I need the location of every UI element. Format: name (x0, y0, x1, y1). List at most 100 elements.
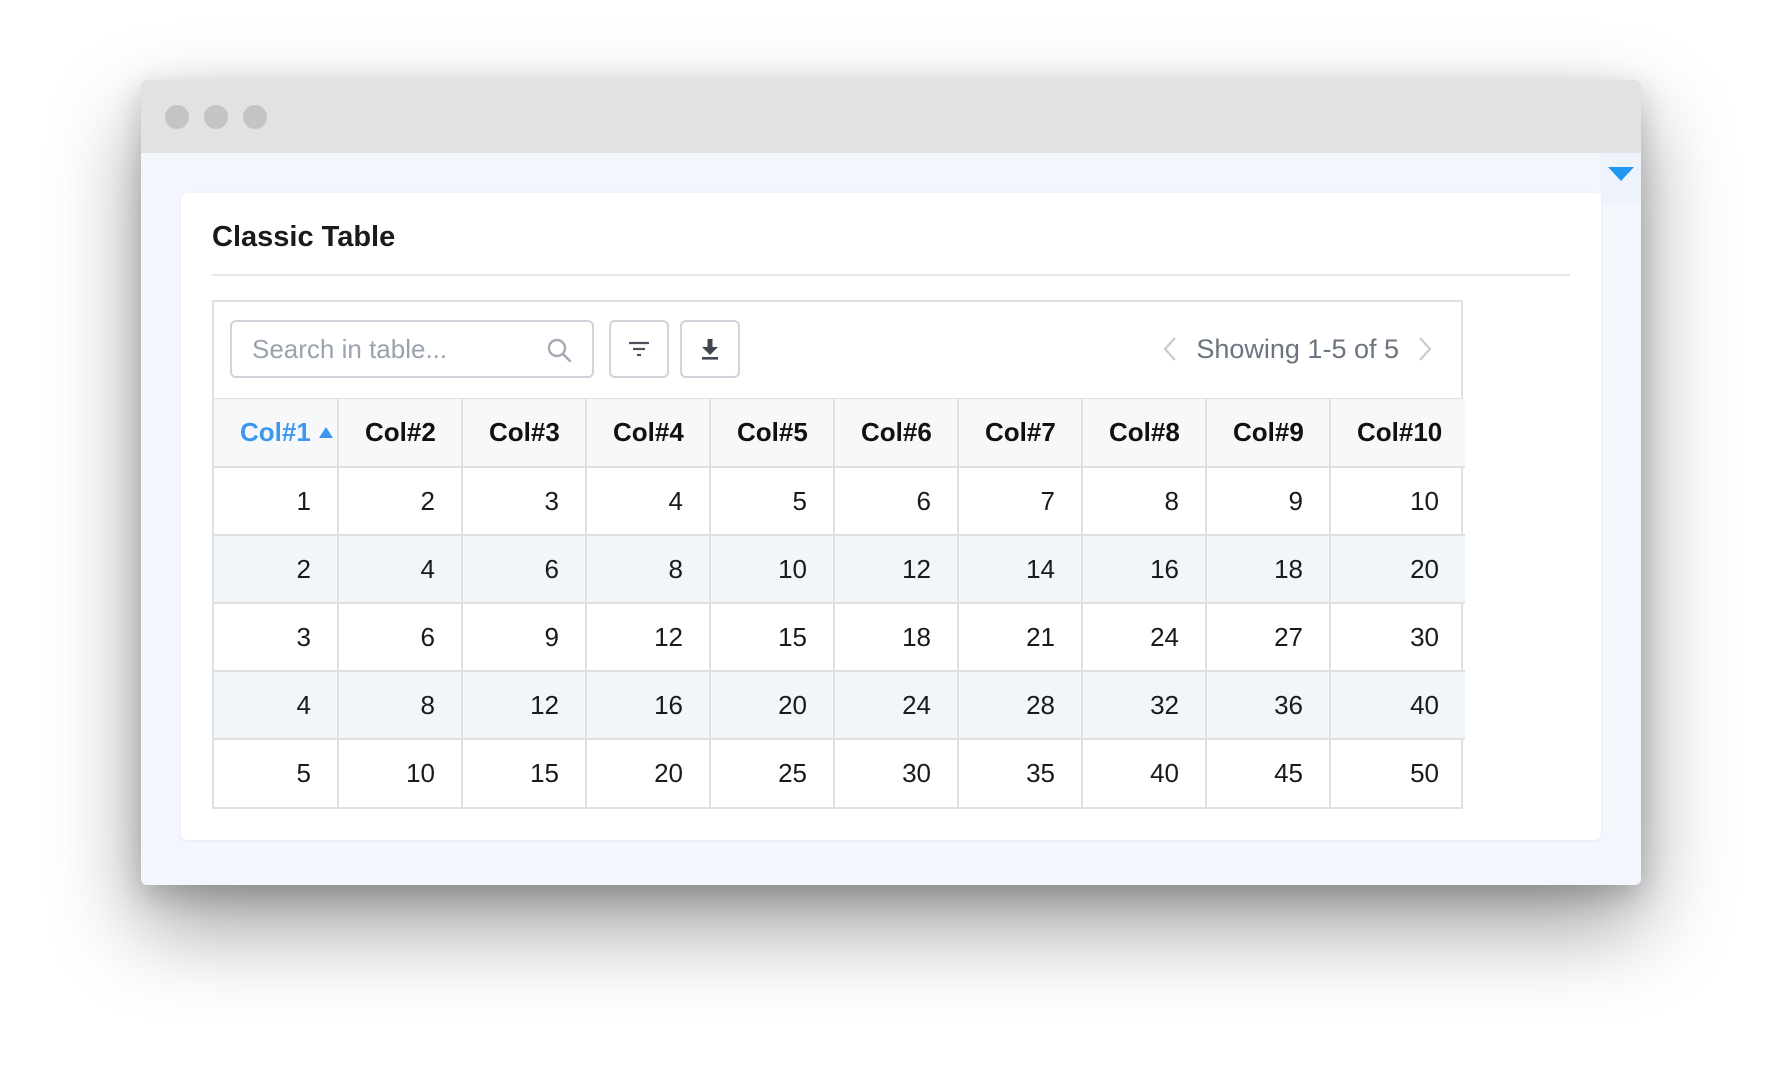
pagination: Showing 1-5 of 5 (1158, 320, 1437, 378)
table-toolbar: Showing 1-5 of 5 (214, 302, 1461, 399)
column-header-1[interactable]: Col#1 (214, 399, 339, 468)
download-button[interactable] (680, 320, 740, 378)
table-cell: 4 (214, 670, 339, 740)
filter-icon (629, 341, 649, 357)
column-header-label: Col#6 (861, 417, 932, 447)
table-cell: 3 (214, 602, 339, 672)
table-card: Classic Table Search in table... Showing… (181, 193, 1601, 840)
column-header-label: Col#7 (985, 417, 1056, 447)
window-titlebar (141, 80, 1641, 153)
column-header-10[interactable]: Col#10 (1329, 399, 1465, 468)
table-cell: 40 (1081, 738, 1207, 807)
table-row: 4 8 12 16 20 24 28 32 36 40 (214, 670, 1465, 740)
table-cell: 2 (337, 466, 463, 536)
data-table-container: Showing 1-5 of 5 Col#1 Col#2 Col#3 (212, 300, 1465, 809)
table-cell: 16 (585, 670, 711, 740)
next-page-button[interactable] (1413, 334, 1437, 364)
table-cell: 16 (1081, 534, 1207, 604)
column-header-7[interactable]: Col#7 (957, 399, 1083, 468)
table-cell: 8 (337, 670, 463, 740)
table-cell: 18 (1205, 534, 1331, 604)
panel-toggle-button[interactable] (1601, 153, 1641, 203)
table-cell: 15 (461, 738, 587, 807)
table-cell: 27 (1205, 602, 1331, 672)
table-cell: 35 (957, 738, 1083, 807)
column-header-label: Col#3 (489, 417, 560, 447)
table-cell: 5 (214, 738, 339, 807)
column-header-9[interactable]: Col#9 (1205, 399, 1331, 468)
card-divider (212, 274, 1570, 276)
chevron-left-icon (1163, 337, 1177, 361)
column-header-label: Col#9 (1233, 417, 1304, 447)
table-cell: 4 (585, 466, 711, 536)
window-maximize-dot[interactable] (243, 105, 267, 129)
table-cell: 12 (585, 602, 711, 672)
window-minimize-dot[interactable] (204, 105, 228, 129)
table-cell: 25 (709, 738, 835, 807)
column-header-label: Col#2 (365, 417, 436, 447)
table-cell: 45 (1205, 738, 1331, 807)
table-row: 3 6 9 12 15 18 21 24 27 30 (214, 602, 1465, 672)
browser-window: Classic Table Search in table... Showing… (141, 80, 1641, 885)
table-cell: 20 (1329, 534, 1465, 604)
card-title: Classic Table (212, 221, 396, 253)
column-header-4[interactable]: Col#4 (585, 399, 711, 468)
download-icon (702, 339, 718, 360)
table-row: 1 2 3 4 5 6 7 8 9 10 (214, 466, 1465, 536)
column-header-label: Col#5 (737, 417, 808, 447)
column-header-8[interactable]: Col#8 (1081, 399, 1207, 468)
table-cell: 3 (461, 466, 587, 536)
filter-button[interactable] (609, 320, 669, 378)
table-cell: 6 (337, 602, 463, 672)
table-cell: 12 (833, 534, 959, 604)
table-cell: 7 (957, 466, 1083, 536)
sort-ascending-icon (318, 427, 333, 438)
table-cell: 1 (214, 466, 339, 536)
table-header-row: Col#1 Col#2 Col#3 Col#4 Col#5 Col#6 Col#7 Col#8… (214, 399, 1465, 468)
table-cell: 21 (957, 602, 1083, 672)
window-close-dot[interactable] (165, 105, 189, 129)
table-cell: 40 (1329, 670, 1465, 740)
table-cell: 20 (709, 670, 835, 740)
table-row: 2 4 6 8 10 12 14 16 18 20 (214, 534, 1465, 604)
table-cell: 14 (957, 534, 1083, 604)
table-cell: 5 (709, 466, 835, 536)
table-cell: 12 (461, 670, 587, 740)
table-cell: 32 (1081, 670, 1207, 740)
column-header-label: Col#10 (1357, 417, 1443, 447)
table-cell: 30 (833, 738, 959, 807)
pagination-status: Showing 1-5 of 5 (1196, 333, 1399, 364)
column-header-label: Col#8 (1109, 417, 1180, 447)
table-cell: 10 (1329, 466, 1465, 536)
table-cell: 9 (1205, 466, 1331, 536)
table-cell: 36 (1205, 670, 1331, 740)
table-cell: 6 (461, 534, 587, 604)
caret-down-icon (1608, 167, 1634, 181)
table-cell: 28 (957, 670, 1083, 740)
table-cell: 24 (1081, 602, 1207, 672)
table-cell: 24 (833, 670, 959, 740)
table-cell: 6 (833, 466, 959, 536)
column-header-2[interactable]: Col#2 (337, 399, 463, 468)
column-header-5[interactable]: Col#5 (709, 399, 835, 468)
search-box (230, 320, 594, 378)
search-input[interactable] (232, 322, 542, 376)
table-cell: 9 (461, 602, 587, 672)
search-icon[interactable] (546, 337, 572, 363)
table-cell: 18 (833, 602, 959, 672)
table-body: 1 2 3 4 5 6 7 8 9 10 2 4 6 8 10 12 14 16 18 20 3 6 9 12 15 18 21 24… (214, 466, 1465, 807)
prev-page-button[interactable] (1158, 334, 1182, 364)
table-cell: 20 (585, 738, 711, 807)
column-header-label: Col#4 (613, 417, 684, 447)
chevron-right-icon (1419, 337, 1432, 361)
table-cell: 50 (1329, 738, 1465, 807)
column-header-label: Col#1 (240, 417, 311, 447)
column-header-3[interactable]: Col#3 (461, 399, 587, 468)
data-table: Col#1 Col#2 Col#3 Col#4 Col#5 Col#6 Col#7 Col#8… (214, 399, 1465, 807)
table-cell: 15 (709, 602, 835, 672)
table-cell: 2 (214, 534, 339, 604)
table-cell: 10 (709, 534, 835, 604)
table-cell: 30 (1329, 602, 1465, 672)
column-header-6[interactable]: Col#6 (833, 399, 959, 468)
table-row: 5 10 15 20 25 30 35 40 45 50 (214, 738, 1465, 807)
